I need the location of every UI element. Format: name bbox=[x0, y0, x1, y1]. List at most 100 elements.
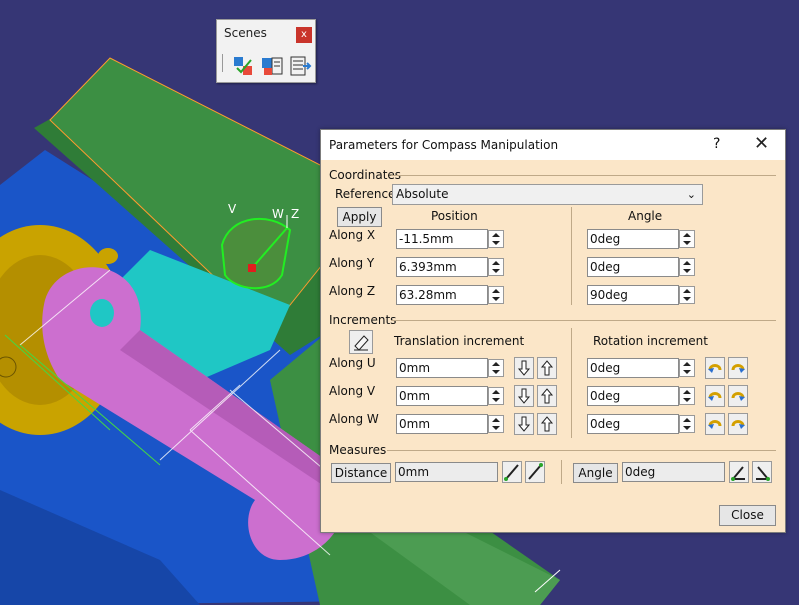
along-z-label: Along Z bbox=[329, 284, 376, 298]
rotation-increment-header: Rotation increment bbox=[593, 334, 708, 348]
rotate-right-icon bbox=[731, 364, 745, 373]
rotate-left-icon bbox=[708, 392, 722, 401]
along-y-angle-spinner[interactable] bbox=[679, 258, 695, 276]
along-v-translation-spinner[interactable] bbox=[488, 387, 504, 405]
increments-column-divider bbox=[571, 328, 572, 438]
angle-measure-icon bbox=[731, 466, 745, 481]
along-w-label: Along W bbox=[329, 412, 379, 426]
angle-measure-icon bbox=[756, 466, 770, 481]
along-u-label: Along U bbox=[329, 356, 376, 370]
along-z-angle-field[interactable]: 90deg bbox=[587, 285, 679, 305]
compass-v-label: V bbox=[228, 202, 237, 216]
along-u-translation-field[interactable]: 0mm bbox=[396, 358, 488, 378]
along-u-move-down-button[interactable] bbox=[514, 357, 534, 379]
angle-button[interactable]: Angle bbox=[573, 463, 618, 483]
rotate-right-icon bbox=[731, 420, 745, 429]
along-w-move-up-button[interactable] bbox=[537, 413, 557, 435]
increments-section-label: Increments bbox=[329, 313, 397, 327]
distance-button[interactable]: Distance bbox=[331, 463, 391, 483]
rotate-right-icon bbox=[731, 392, 745, 401]
measures-column-divider bbox=[561, 460, 562, 484]
scene-edit-icon[interactable] bbox=[260, 54, 284, 78]
dialog-title: Parameters for Compass Manipulation bbox=[329, 138, 559, 152]
along-x-angle-spinner[interactable] bbox=[679, 230, 695, 248]
scenes-title: Scenes bbox=[224, 26, 267, 40]
along-w-rotate-ccw-button[interactable] bbox=[705, 413, 725, 435]
rotate-left-icon bbox=[708, 420, 722, 429]
translation-increment-header: Translation increment bbox=[394, 334, 525, 348]
arrow-down-icon bbox=[517, 416, 531, 432]
angle-pick-button-2[interactable] bbox=[752, 461, 772, 483]
arrow-up-icon bbox=[540, 416, 554, 432]
arrow-down-icon bbox=[517, 388, 531, 404]
along-v-rotation-field[interactable]: 0deg bbox=[587, 386, 679, 406]
measures-section-label: Measures bbox=[329, 443, 387, 457]
angle-value-field: 0deg bbox=[622, 462, 725, 482]
distance-pick-button-2[interactable] bbox=[525, 461, 545, 483]
compass-w-label: W bbox=[272, 207, 284, 221]
along-u-rotate-cw-button[interactable] bbox=[728, 357, 748, 379]
along-w-translation-spinner[interactable] bbox=[488, 415, 504, 433]
eraser-icon bbox=[354, 335, 369, 351]
along-u-rotate-ccw-button[interactable] bbox=[705, 357, 725, 379]
toolbar-grip[interactable] bbox=[222, 54, 223, 72]
eraser-button[interactable] bbox=[349, 330, 373, 354]
along-z-angle-spinner[interactable] bbox=[679, 286, 695, 304]
along-y-position-field[interactable]: 6.393mm bbox=[396, 257, 488, 277]
along-v-rotation-spinner[interactable] bbox=[679, 387, 695, 405]
along-x-angle-field[interactable]: 0deg bbox=[587, 229, 679, 249]
scene-list-icon[interactable] bbox=[288, 54, 312, 78]
measure-icon bbox=[528, 463, 543, 480]
along-w-rotation-spinner[interactable] bbox=[679, 415, 695, 433]
distance-value-field: 0mm bbox=[395, 462, 498, 482]
reference-label: Reference bbox=[335, 187, 396, 201]
along-u-move-up-button[interactable] bbox=[537, 357, 557, 379]
reference-select[interactable]: Absolute ⌄ bbox=[392, 184, 703, 205]
along-u-rotation-spinner[interactable] bbox=[679, 359, 695, 377]
compass-z-label: Z bbox=[291, 207, 299, 221]
arrow-down-icon bbox=[517, 360, 531, 376]
along-u-rotation-field[interactable]: 0deg bbox=[587, 358, 679, 378]
along-z-position-spinner[interactable] bbox=[488, 286, 504, 304]
close-button[interactable]: Close bbox=[719, 505, 776, 526]
dialog-titlebar[interactable]: Parameters for Compass Manipulation ? ✕ bbox=[321, 130, 785, 160]
apply-button[interactable]: Apply bbox=[337, 207, 382, 227]
increments-divider bbox=[391, 320, 776, 321]
along-w-rotation-field[interactable]: 0deg bbox=[587, 414, 679, 434]
column-divider bbox=[571, 207, 572, 305]
distance-pick-button[interactable] bbox=[502, 461, 522, 483]
measures-divider bbox=[387, 450, 776, 451]
scenes-close-button[interactable]: x bbox=[296, 27, 312, 43]
along-u-translation-spinner[interactable] bbox=[488, 359, 504, 377]
along-v-move-up-button[interactable] bbox=[537, 385, 557, 407]
rotate-left-icon bbox=[708, 364, 722, 373]
along-v-translation-field[interactable]: 0mm bbox=[396, 386, 488, 406]
along-v-move-down-button[interactable] bbox=[514, 385, 534, 407]
along-w-rotate-cw-button[interactable] bbox=[728, 413, 748, 435]
arrow-up-icon bbox=[540, 360, 554, 376]
reference-value: Absolute bbox=[396, 187, 449, 201]
angle-header: Angle bbox=[628, 209, 663, 223]
measure-icon bbox=[504, 464, 519, 481]
scene-create-icon[interactable] bbox=[231, 54, 255, 78]
along-x-position-field[interactable]: -11.5mm bbox=[396, 229, 488, 249]
help-button[interactable]: ? bbox=[713, 136, 720, 152]
along-z-position-field[interactable]: 63.28mm bbox=[396, 285, 488, 305]
along-w-translation-field[interactable]: 0mm bbox=[396, 414, 488, 434]
along-v-rotate-cw-button[interactable] bbox=[728, 385, 748, 407]
along-x-position-spinner[interactable] bbox=[488, 230, 504, 248]
compass-parameters-dialog: Parameters for Compass Manipulation ? ✕ … bbox=[320, 129, 786, 533]
along-x-label: Along X bbox=[329, 228, 376, 242]
along-y-angle-field[interactable]: 0deg bbox=[587, 257, 679, 277]
position-header: Position bbox=[431, 209, 478, 223]
angle-pick-button[interactable] bbox=[729, 461, 749, 483]
along-w-move-down-button[interactable] bbox=[514, 413, 534, 435]
coordinates-divider bbox=[391, 175, 776, 176]
along-y-label: Along Y bbox=[329, 256, 375, 270]
arrow-up-icon bbox=[540, 388, 554, 404]
chevron-down-icon: ⌄ bbox=[686, 188, 696, 201]
along-v-rotate-ccw-button[interactable] bbox=[705, 385, 725, 407]
scenes-toolbar: Scenes x bbox=[216, 19, 316, 83]
close-icon[interactable]: ✕ bbox=[754, 133, 769, 154]
along-y-position-spinner[interactable] bbox=[488, 258, 504, 276]
